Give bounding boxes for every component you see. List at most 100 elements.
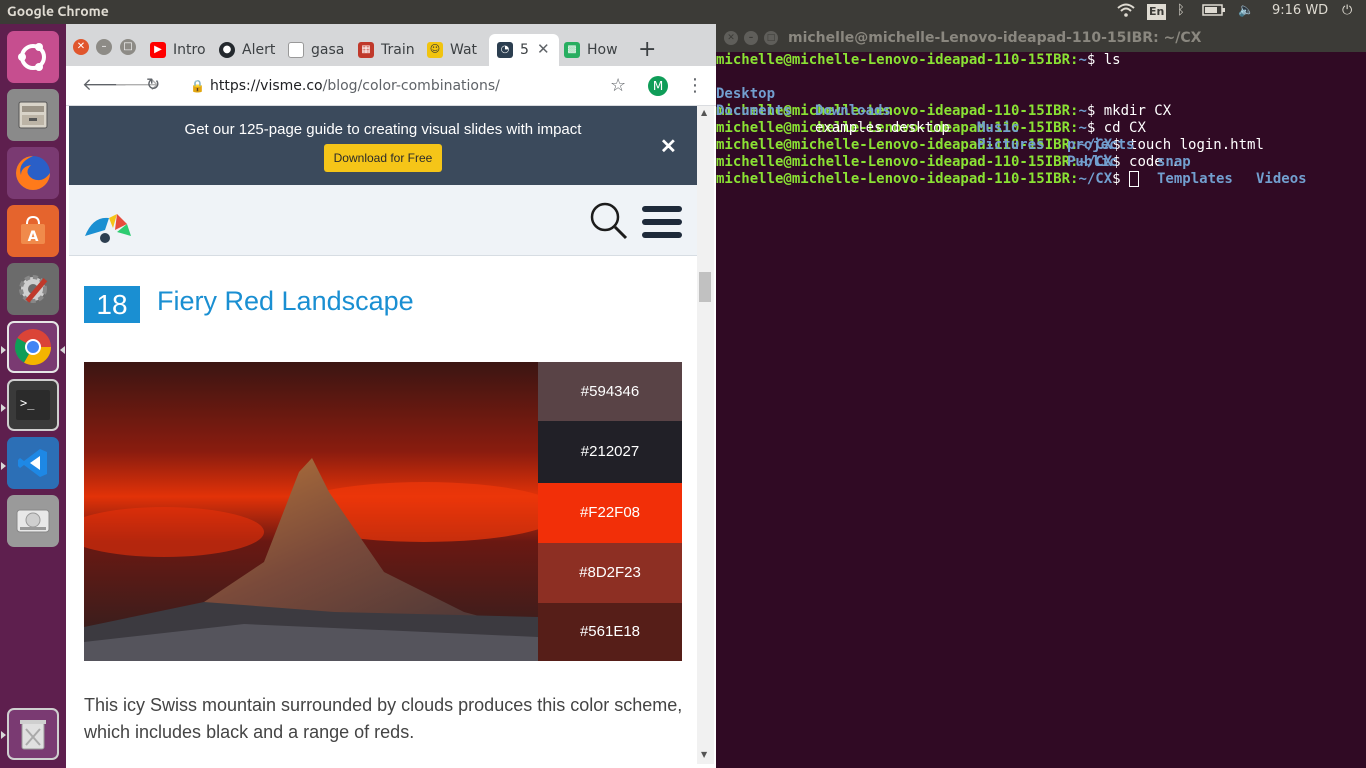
terminal-output[interactable]: michelle@michelle-Lenovo-ideapad-110-15I… (716, 52, 1366, 768)
color-swatch-1: #594346 (538, 362, 682, 421)
terminal-running-indicator (1, 404, 6, 412)
window-maximize-button[interactable]: □ (120, 39, 136, 55)
youtube-icon: ▶ (150, 42, 166, 58)
tab-wat[interactable]: ☺ Wat (427, 34, 485, 66)
unity-launcher: A >_ (0, 24, 66, 768)
new-tab-button[interactable]: + (638, 37, 656, 62)
volume-icon[interactable]: 🔈 (1238, 3, 1254, 18)
power-icon[interactable]: ⏻ (1342, 3, 1352, 18)
keyboard-layout-indicator[interactable]: En (1147, 4, 1167, 20)
tab-how[interactable]: ▩ How (564, 34, 622, 66)
tab-label: Train (381, 42, 415, 58)
reload-button[interactable]: ↻ (146, 75, 160, 95)
page-scrollbar[interactable]: ▲ ▼ (697, 106, 714, 764)
chrome-window: ✕ – □ ▶ Intro ● Alert gasa ▦ Train ☺ Wat… (66, 24, 716, 768)
scroll-down-arrow-icon[interactable]: ▼ (701, 750, 707, 759)
tab-label: gasa (311, 42, 345, 58)
page-icon (288, 42, 304, 58)
tab-train[interactable]: ▦ Train (358, 34, 416, 66)
chrome-toolbar: 🡐 🡒 ↻ 🔒 https://visme.co/blog/color-comb… (66, 66, 716, 106)
terminal-listing-line: Desktop Downloads Music projects snap Vi… (716, 86, 1307, 187)
train-icon: ▦ (358, 42, 374, 58)
disk-drive-icon[interactable] (7, 495, 59, 547)
svg-text:>_: >_ (20, 396, 35, 410)
terminal-icon[interactable]: >_ (7, 379, 59, 431)
url-path: /blog/color-combinations/ (322, 78, 500, 94)
tab-label: 5 (520, 42, 529, 58)
hamburger-menu-icon[interactable] (641, 205, 683, 243)
window-close-button[interactable]: ✕ (73, 39, 89, 55)
close-banner-icon[interactable]: ✕ (660, 134, 677, 159)
terminal-title: michelle@michelle-Lenovo-ideapad-110-15I… (788, 30, 1202, 46)
mountain-photo (84, 362, 538, 661)
search-icon[interactable] (589, 201, 629, 245)
tab-label: Alert (242, 42, 276, 58)
color-swatch-3: #F22F08 (538, 483, 682, 543)
scroll-up-arrow-icon[interactable]: ▲ (701, 108, 707, 117)
visme-icon: ◔ (497, 42, 513, 58)
tab-label: Wat (450, 42, 478, 58)
github-icon: ● (219, 42, 235, 58)
vscode-icon[interactable] (7, 437, 59, 489)
terminal-maximize-button[interactable]: □ (764, 31, 778, 45)
terminal-close-button[interactable]: ✕ (724, 31, 738, 45)
lock-icon: 🔒 (190, 79, 205, 93)
trash-icon[interactable] (7, 708, 59, 760)
tab-label: Intro (173, 42, 206, 58)
chrome-running-indicator (1, 346, 6, 354)
terminal-minimize-button[interactable]: – (744, 31, 758, 45)
tab-intro[interactable]: ▶ Intro (150, 34, 210, 66)
vscode-running-indicator (1, 462, 6, 470)
active-app-name: Google Chrome (7, 3, 109, 19)
terminal-window: ✕ – □ michelle@michelle-Lenovo-ideapad-1… (716, 24, 1366, 768)
promo-banner: Get our 125-page guide to creating visua… (69, 106, 697, 185)
chrome-icon[interactable] (7, 321, 59, 373)
window-minimize-button[interactable]: – (96, 39, 112, 55)
color-swatch-2: #212027 (538, 421, 682, 483)
bookmark-star-icon[interactable]: ☆ (610, 75, 626, 96)
bluetooth-icon[interactable]: ᛒ (1177, 3, 1185, 18)
download-button[interactable]: Download for Free (324, 144, 442, 172)
color-swatch-5: #561E18 (538, 603, 682, 661)
tab-label: How (587, 42, 618, 58)
url-host: https://visme.co (210, 78, 323, 94)
terminal-line: michelle@michelle-Lenovo-ideapad-110-15I… (716, 120, 1146, 136)
visme-logo[interactable] (83, 210, 133, 250)
item-description: This icy Swiss mountain surrounded by cl… (84, 695, 683, 742)
scrollbar-thumb[interactable] (699, 272, 711, 302)
profile-avatar[interactable]: M (648, 76, 668, 96)
terminal-line: michelle@michelle-Lenovo-ideapad-110-15I… (716, 52, 1121, 68)
terminal-line: michelle@michelle-Lenovo-ideapad-110-15I… (716, 154, 1180, 170)
wifi-icon[interactable] (1117, 3, 1135, 21)
tab-close-icon[interactable]: ✕ (537, 40, 550, 58)
color-swatch-4: #8D2F23 (538, 543, 682, 603)
tab-gasa[interactable]: gasa (288, 34, 346, 66)
software-center-icon[interactable]: A (7, 205, 59, 257)
system-settings-icon[interactable] (7, 263, 59, 315)
site-header (69, 185, 697, 256)
banner-text: Get our 125-page guide to creating visua… (184, 121, 582, 138)
article-item-title: Fiery Red Landscape (157, 286, 414, 316)
firefox-icon[interactable] (7, 147, 59, 199)
files-icon[interactable] (7, 89, 59, 141)
ubuntu-dash-icon[interactable] (7, 31, 59, 83)
tab-alert[interactable]: ● Alert (219, 34, 279, 66)
tab-strip: ✕ – □ ▶ Intro ● Alert gasa ▦ Train ☺ Wat… (66, 24, 716, 66)
clock[interactable]: 9:16 WD (1272, 3, 1328, 18)
terminal-line: michelle@michelle-Lenovo-ideapad-110-15I… (716, 103, 1172, 119)
web-page: Get our 125-page guide to creating visua… (69, 106, 697, 764)
top-panel: Google Chrome En ᛒ 🔈 9:16 WD ⏻ (0, 0, 1366, 24)
tab-visme-active[interactable]: ◔ 5 ✕ (489, 34, 559, 66)
terminal-titlebar: ✕ – □ michelle@michelle-Lenovo-ideapad-1… (716, 24, 1366, 52)
svg-text:A: A (28, 229, 39, 245)
chrome-focus-indicator (60, 346, 65, 354)
address-bar[interactable]: 🔒 https://visme.co/blog/color-combinatio… (184, 72, 632, 100)
item-number: 18 (84, 286, 140, 323)
how-icon: ▩ (564, 42, 580, 58)
terminal-cursor (1129, 171, 1140, 187)
article-content: 18 Fiery Red Landscape #594346 #212027 #… (69, 256, 697, 764)
chrome-menu-icon[interactable]: ⋮ (686, 75, 704, 96)
terminal-listing-line: Documents examples.desktop Pictures Publ… (716, 103, 1233, 187)
battery-icon[interactable] (1202, 3, 1226, 21)
wat-icon: ☺ (427, 42, 443, 58)
